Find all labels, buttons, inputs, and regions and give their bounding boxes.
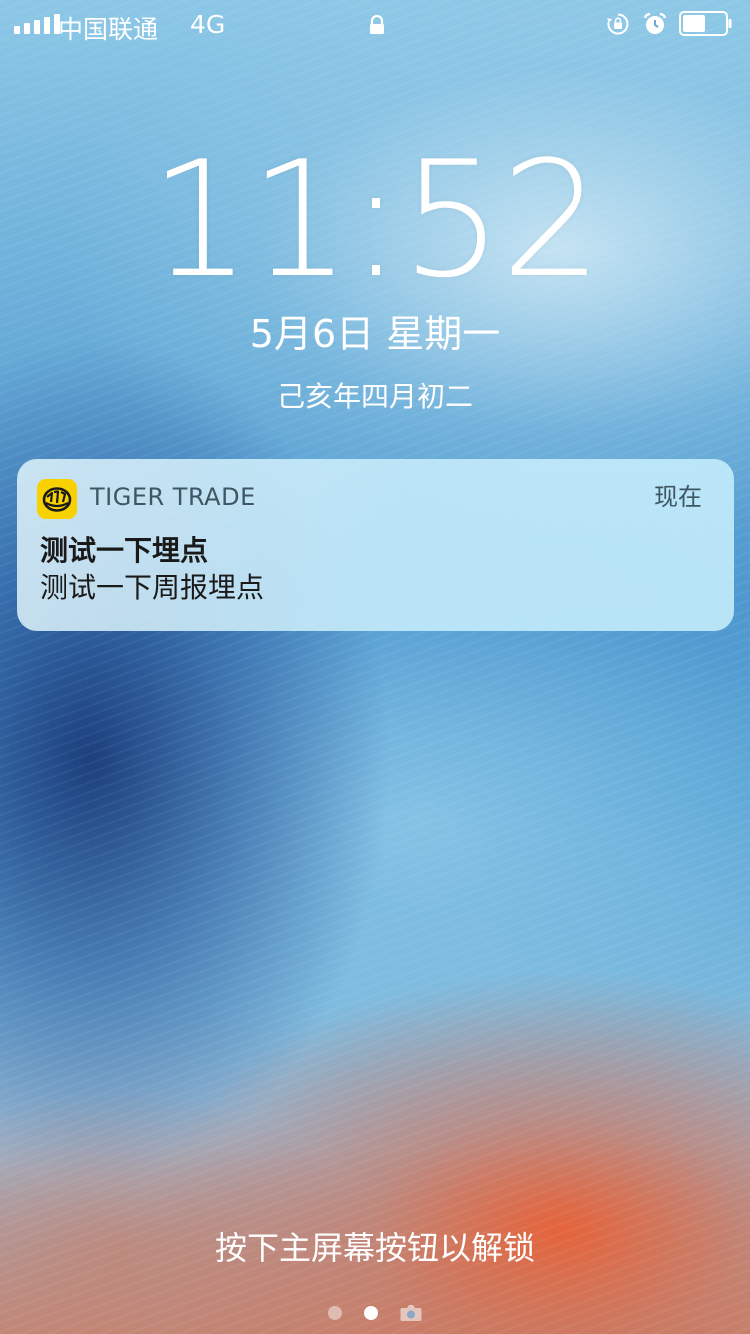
notification-card[interactable]: TIGER TRADE 现在 测试一下埋点 测试一下周报埋点	[17, 459, 734, 631]
camera-icon[interactable]	[400, 1304, 422, 1322]
page-indicator[interactable]	[0, 1304, 750, 1322]
lunar-date: 己亥年四月初二	[276, 380, 473, 413]
lock-screen-clock: 11:52	[149, 126, 602, 313]
notification-title: 测试一下埋点	[40, 534, 209, 567]
battery-icon	[679, 11, 733, 36]
notification-time: 现在	[654, 483, 702, 511]
notification-app-name: TIGER TRADE	[90, 483, 256, 511]
lock-screen-date: 5月6日 星期一	[249, 312, 501, 356]
notification-body: 测试一下周报埋点	[40, 571, 265, 604]
unlock-hint: 按下主屏幕按钮以解锁	[214, 1229, 535, 1267]
alarm-icon	[643, 12, 667, 42]
tiger-trade-icon	[37, 479, 77, 519]
carrier-label: 中国联通	[58, 15, 159, 44]
network-type: 4G	[190, 10, 226, 39]
lock-icon	[369, 12, 385, 41]
status-bar: 中国联通 4G	[0, 0, 750, 48]
page-dot[interactable]	[328, 1306, 342, 1320]
rotation-lock-icon	[606, 12, 630, 42]
signal-icon	[14, 14, 60, 34]
page-dot-active[interactable]	[364, 1306, 378, 1320]
